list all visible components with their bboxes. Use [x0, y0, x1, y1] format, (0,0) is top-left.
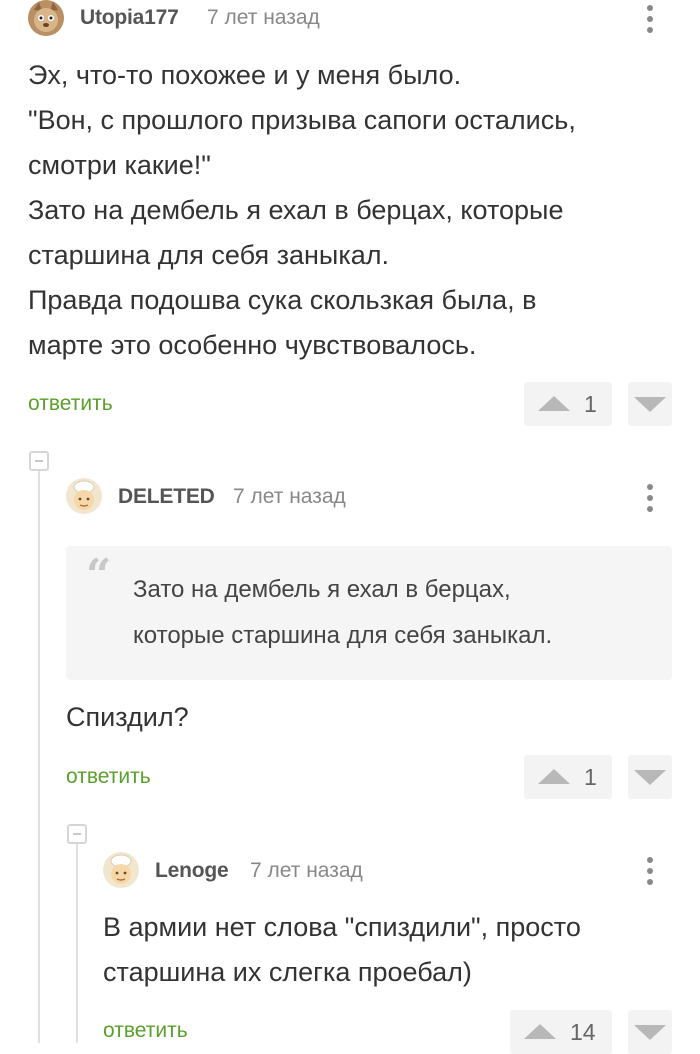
rating-count: 14 [570, 1019, 596, 1045]
quote-block: “ Зато на дембель я ехал в берцах, котор… [66, 546, 672, 680]
upvote-button[interactable]: 1 [524, 755, 612, 799]
arrow-down-icon [634, 770, 666, 785]
rating-count: 1 [584, 764, 597, 790]
arrow-up-icon [524, 1024, 556, 1039]
username[interactable]: DELETED [118, 485, 215, 509]
cat-face-icon [28, 0, 64, 36]
default-chef-avatar-icon [103, 852, 139, 888]
collapse-thread-button[interactable] [67, 824, 87, 844]
more-options-icon[interactable] [638, 3, 662, 35]
thread-line [76, 844, 78, 1043]
more-options-icon[interactable] [638, 482, 662, 514]
rating-count: 1 [584, 391, 597, 417]
user-avatar[interactable] [66, 478, 102, 514]
upvote-button[interactable]: 1 [524, 382, 612, 426]
downvote-button[interactable] [628, 755, 672, 799]
timestamp: 7 лет назад [250, 859, 363, 882]
quote-text: Зато на дембель я ехал в берцах, которые… [133, 576, 553, 649]
quote-icon: “ [86, 550, 112, 601]
arrow-up-icon [538, 769, 570, 784]
upvote-button[interactable]: 14 [510, 1010, 612, 1054]
username[interactable]: Lenoge [155, 859, 229, 883]
comment-text: Спиздил? [66, 702, 189, 732]
more-options-icon[interactable] [638, 855, 662, 887]
reply-link[interactable]: ответить [66, 765, 151, 789]
username[interactable]: Utopia177 [80, 6, 179, 30]
default-chef-avatar-icon [66, 478, 102, 514]
reply-link[interactable]: ответить [28, 392, 113, 416]
reply-link[interactable]: ответить [103, 1019, 188, 1043]
thread-line [38, 471, 40, 1043]
comment-text: В армии нет слова "спиздили", просто ста… [103, 912, 581, 987]
downvote-button[interactable] [628, 1010, 672, 1054]
timestamp: 7 лет назад [233, 485, 346, 508]
collapse-thread-button[interactable] [29, 451, 49, 471]
user-avatar[interactable] [28, 0, 64, 36]
comment-text: Эх, что-то похожее и у меня было. "Вон, … [28, 60, 576, 360]
arrow-down-icon [634, 397, 666, 412]
arrow-down-icon [634, 1025, 666, 1040]
timestamp: 7 лет назад [207, 6, 320, 29]
arrow-up-icon [538, 396, 570, 411]
user-avatar[interactable] [103, 852, 139, 888]
downvote-button[interactable] [628, 382, 672, 426]
